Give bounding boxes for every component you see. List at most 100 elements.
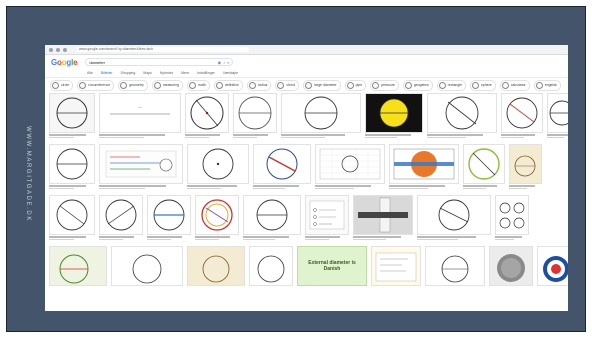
chip-label: sphere: [481, 83, 492, 87]
chip-thumb-icon: [215, 81, 223, 89]
chip-label: math: [198, 83, 206, 87]
tab-shopping[interactable]: Shopping: [121, 71, 136, 75]
result-thumb[interactable]: [253, 144, 311, 191]
result-thumb[interactable]: [547, 93, 568, 140]
result-thumb[interactable]: [495, 195, 529, 242]
result-thumb[interactable]: [49, 93, 95, 140]
result-thumb[interactable]: —: [99, 93, 181, 140]
back-icon[interactable]: [49, 47, 53, 52]
result-thumb[interactable]: [365, 93, 423, 140]
result-thumb[interactable]: [233, 93, 277, 140]
result-thumb[interactable]: [185, 93, 229, 140]
chip-14[interactable]: calculator: [499, 79, 530, 91]
result-thumb[interactable]: [501, 93, 543, 140]
reload-icon[interactable]: [63, 47, 67, 52]
google-logo[interactable]: Google: [51, 58, 78, 67]
chip-10[interactable]: pressure: [370, 79, 399, 91]
chip-label: radius: [257, 83, 268, 87]
result-thumb[interactable]: [281, 93, 361, 140]
screenshot-panel: www.google.com/search?q=diameter&tbm=isc…: [45, 45, 568, 311]
google-search-row: Google diameter ◉ ♪ ⌕: [45, 55, 568, 69]
result-thumb[interactable]: [187, 144, 249, 191]
chip-1[interactable]: circumference: [77, 79, 115, 91]
browser-toolbar: www.google.com/search?q=diameter&tbm=isc…: [45, 45, 568, 55]
slide-frame: WWW.MARGITGADE.DK www.google.com/search?…: [6, 6, 586, 332]
result-thumb[interactable]: [489, 246, 533, 286]
featured-card-text: External diameter is Danish: [308, 260, 356, 272]
result-thumb[interactable]: [425, 246, 485, 286]
chip-thumb-icon: [346, 81, 354, 89]
chip-thumb-icon: [472, 81, 480, 89]
search-query: diameter: [89, 59, 105, 65]
address-bar[interactable]: www.google.com/search?q=diameter&tbm=isc…: [76, 47, 249, 52]
result-thumb[interactable]: [417, 195, 491, 242]
result-thumb[interactable]: [195, 195, 239, 242]
result-thumb[interactable]: [147, 195, 191, 242]
chip-label: geogebra: [413, 83, 429, 87]
result-thumb[interactable]: [243, 195, 301, 242]
chip-4[interactable]: math: [187, 79, 210, 91]
tab-maps[interactable]: Maps: [143, 71, 152, 75]
chip-13[interactable]: sphere: [470, 79, 496, 91]
result-thumb[interactable]: [389, 144, 459, 191]
chip-thumb-icon: [153, 81, 161, 89]
tab-images[interactable]: Billeder: [101, 71, 113, 75]
chip-thumb-icon: [535, 81, 543, 89]
chip-thumb-icon: [438, 81, 446, 89]
result-thumb[interactable]: [305, 195, 349, 242]
chip-label: circumference: [88, 83, 111, 87]
result-thumb[interactable]: [427, 93, 497, 140]
result-thumb[interactable]: [49, 195, 95, 242]
result-thumb[interactable]: [249, 246, 293, 286]
side-watermark: WWW.MARGITGADE.DK: [19, 119, 37, 229]
chip-6[interactable]: radius: [246, 79, 272, 91]
tab-news[interactable]: Nyheder: [160, 71, 173, 75]
chip-label: measuring: [162, 83, 180, 87]
chip-label: definition: [224, 83, 239, 87]
result-thumb[interactable]: [353, 195, 413, 242]
camera-icon[interactable]: ◉: [218, 60, 222, 65]
result-thumb[interactable]: [99, 144, 183, 191]
result-thumb[interactable]: [537, 246, 568, 286]
search-input[interactable]: diameter ◉ ♪ ⌕: [85, 58, 234, 66]
chip-9[interactable]: pipe: [344, 79, 367, 91]
chip-label: geometry: [129, 83, 144, 87]
results-row: —: [49, 93, 568, 140]
tab-all[interactable]: Alle: [87, 71, 93, 75]
result-thumb[interactable]: [111, 246, 183, 286]
chip-thumb-icon: [305, 81, 313, 89]
result-thumb[interactable]: [49, 246, 107, 286]
tab-more[interactable]: Mere: [181, 71, 189, 75]
chip-2[interactable]: geometry: [118, 79, 148, 91]
result-thumb[interactable]: [49, 144, 95, 191]
chip-label: circle: [61, 83, 70, 87]
chip-label: chord: [286, 83, 296, 87]
chip-11[interactable]: geogebra: [402, 79, 433, 91]
tab-tools[interactable]: Værktøjer: [223, 71, 238, 75]
search-icon[interactable]: ⌕: [227, 60, 229, 65]
results-row: [49, 144, 564, 191]
result-thumb[interactable]: [315, 144, 385, 191]
result-thumb[interactable]: [371, 246, 421, 286]
mic-icon[interactable]: ♪: [223, 60, 225, 65]
chip-3[interactable]: measuring: [151, 79, 184, 91]
chip-15[interactable]: engelsk: [533, 79, 561, 91]
chip-7[interactable]: chord: [275, 79, 300, 91]
result-thumb[interactable]: [99, 195, 143, 242]
result-thumb[interactable]: [187, 246, 245, 286]
chip-label: pipe: [355, 83, 363, 87]
chip-12[interactable]: rectangle: [436, 79, 467, 91]
result-thumb[interactable]: [509, 144, 542, 191]
chip-8[interactable]: large diameter: [303, 79, 341, 91]
chip-thumb-icon: [189, 81, 197, 89]
result-thumb-featured[interactable]: External diameter is Danish: [297, 246, 367, 286]
chip-5[interactable]: definition: [213, 79, 243, 91]
tab-settings[interactable]: Indstillinger: [197, 71, 215, 75]
result-thumb[interactable]: [463, 144, 505, 191]
forward-icon[interactable]: [56, 47, 60, 52]
chip-thumb-icon: [501, 81, 509, 89]
side-watermark-text: WWW.MARGITGADE.DK: [25, 126, 31, 222]
results-row: [49, 195, 564, 242]
chip-0[interactable]: circle: [50, 79, 74, 91]
chip-label: rectangle: [447, 83, 463, 87]
